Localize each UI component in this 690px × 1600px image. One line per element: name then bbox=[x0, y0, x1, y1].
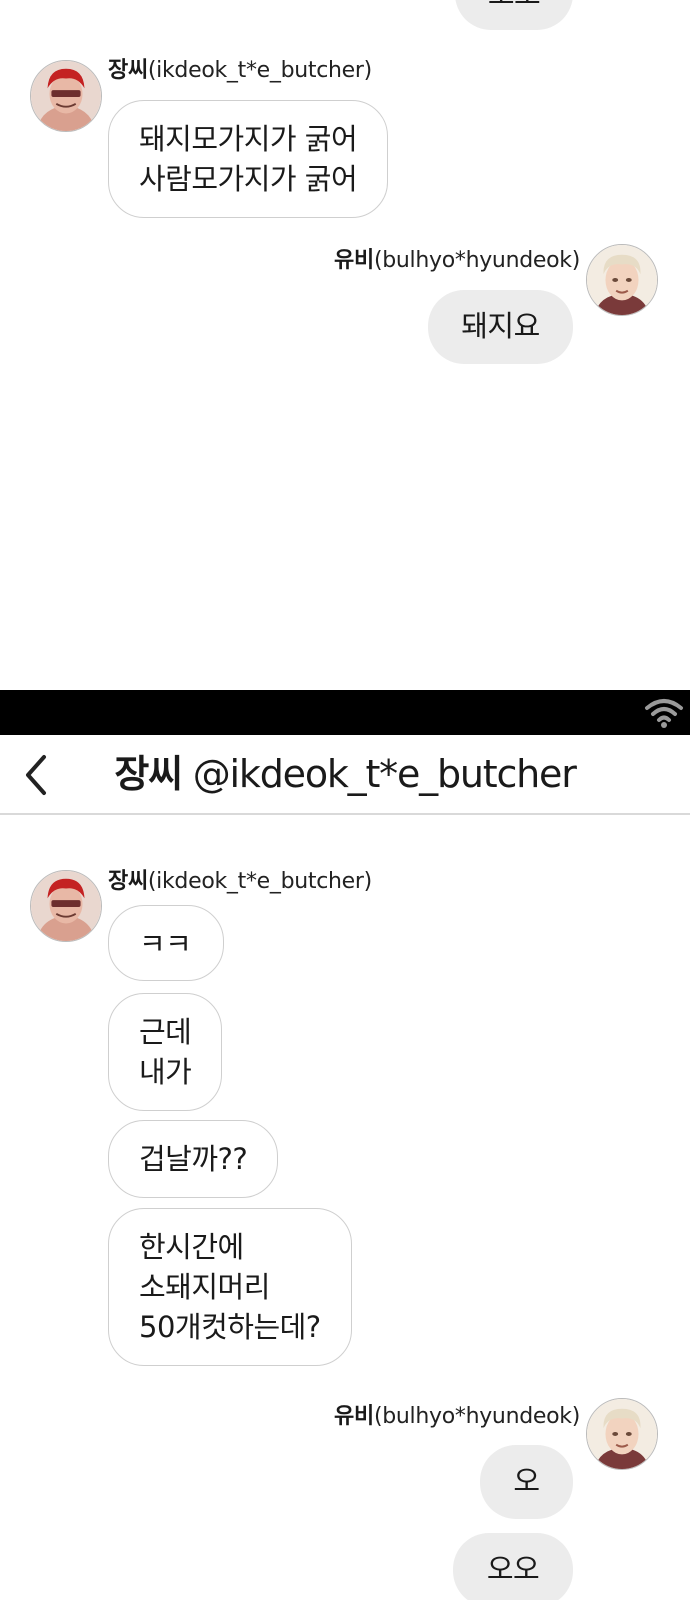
bubble-line: 겁날까?? bbox=[139, 1142, 248, 1176]
bubble-line: 소돼지머리 bbox=[139, 1270, 270, 1304]
sender-nick: 장씨 bbox=[108, 58, 148, 83]
bubble-line: 돼지모가지가 굵어 bbox=[139, 122, 358, 156]
bubble-text: 오오 bbox=[486, 1552, 540, 1586]
bubble-text: 돼지요 bbox=[461, 309, 540, 343]
bubble-line: ㅋㅋ bbox=[139, 927, 192, 961]
sender-nick: 유비 bbox=[334, 1404, 374, 1429]
bubble-line: 한시간에 bbox=[139, 1230, 244, 1264]
bubble-line: 내가 bbox=[139, 1055, 192, 1089]
jang-avatar[interactable] bbox=[30, 870, 102, 942]
jang-sender-label: 장씨(ikdeok_t*e_butcher) bbox=[108, 56, 372, 86]
sender-nick: 장씨 bbox=[108, 869, 148, 894]
jang-sender-label: 장씨(ikdeok_t*e_butcher) bbox=[108, 867, 372, 897]
incoming-message-bubble[interactable]: 겁날까?? bbox=[108, 1120, 279, 1198]
jang-avatar[interactable] bbox=[30, 60, 102, 132]
chat-header: 장씨 @ikdeok_t*e_butcher bbox=[0, 735, 690, 815]
yubi-avatar[interactable] bbox=[586, 244, 658, 316]
partial-outgoing-bubble: 오오 bbox=[455, 0, 573, 30]
incoming-message-bubble[interactable]: 근데 내가 bbox=[108, 993, 223, 1111]
yubi-sender-label: 유비(bulhyo*hyundeok) bbox=[334, 1402, 580, 1432]
outgoing-message-bubble[interactable]: 오오 bbox=[453, 1533, 573, 1600]
sender-handle: (bulhyo*hyundeok) bbox=[373, 1404, 580, 1429]
status-bar bbox=[0, 690, 690, 735]
chat-title: 장씨 @ikdeok_t*e_butcher bbox=[0, 751, 690, 797]
chat-title-nick: 장씨 bbox=[114, 752, 183, 796]
bubble-line: 근데 bbox=[139, 1015, 192, 1049]
incoming-message-bubble[interactable]: 돼지모가지가 굵어 사람모가지가 굵어 bbox=[108, 100, 389, 218]
incoming-message-bubble[interactable]: ㅋㅋ bbox=[108, 905, 224, 981]
chat-title-handle: @ikdeok_t*e_butcher bbox=[181, 752, 577, 796]
bubble-line: 사람모가지가 굵어 bbox=[139, 162, 358, 196]
sender-handle: (ikdeok_t*e_butcher) bbox=[147, 58, 372, 83]
yubi-sender-label: 유비(bulhyo*hyundeok) bbox=[334, 246, 580, 276]
bubble-text: 오 bbox=[513, 1464, 540, 1498]
wifi-icon bbox=[645, 699, 683, 728]
sender-nick: 유비 bbox=[334, 248, 374, 273]
bubble-text: 오오 bbox=[475, 0, 553, 14]
sender-handle: (bulhyo*hyundeok) bbox=[373, 248, 580, 273]
yubi-avatar[interactable] bbox=[586, 1398, 658, 1470]
incoming-message-bubble[interactable]: 한시간에 소돼지머리 50개컷하는데? bbox=[108, 1208, 352, 1366]
outgoing-message-bubble[interactable]: 오 bbox=[480, 1445, 573, 1519]
outgoing-message-bubble[interactable]: 돼지요 bbox=[428, 290, 573, 364]
bubble-line: 50개컷하는데? bbox=[139, 1310, 321, 1344]
sender-handle: (ikdeok_t*e_butcher) bbox=[147, 869, 372, 894]
